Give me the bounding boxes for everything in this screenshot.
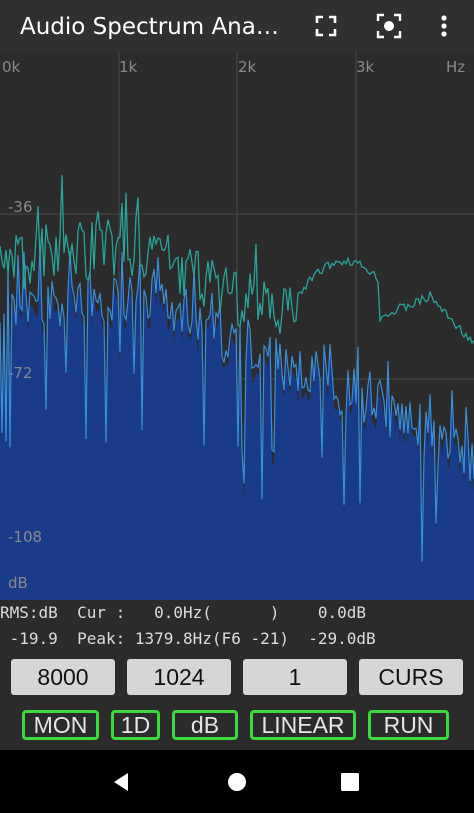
spectrum-plot[interactable]: 0k 1k 2k 3k Hz -36 -72 -108 dB [0,52,474,600]
average-button[interactable]: 1 [243,659,347,695]
more-vert-icon[interactable] [424,6,464,46]
view-1d-toggle[interactable]: 1D [111,710,160,740]
x-tick-1k: 1k [119,58,138,76]
x-tick-3k: 3k [356,58,375,76]
app-title: Audio Spectrum Ana… [20,14,279,40]
home-icon[interactable] [219,764,255,800]
db-toggle[interactable]: dB [172,710,238,740]
readout-line-2: -19.9 Peak: 1379.8Hz(F6 -21) -29.0dB [0,629,376,648]
y-tick-minus-36: -36 [8,198,33,216]
recents-icon[interactable] [332,764,368,800]
run-toggle[interactable]: RUN [368,710,449,740]
y-tick-minus-108: -108 [8,528,43,546]
back-icon[interactable] [104,764,140,800]
y-unit-label: dB [8,574,28,592]
measurement-readout: RMS:dB Cur : 0.0Hz( ) 0.0dB -19.9 Peak: … [0,600,474,656]
mode-toggles: MON 1D dB LINEAR RUN [0,702,474,750]
mon-toggle[interactable]: MON [22,710,99,740]
screenshot-icon[interactable] [369,6,409,46]
x-tick-2k: 2k [238,58,257,76]
app-bar: Audio Spectrum Ana… [0,0,474,52]
settings-buttons: 8000 1024 1 CURS [0,656,474,702]
fullscreen-icon[interactable] [306,6,346,46]
readout-line-1: RMS:dB Cur : 0.0Hz( ) 0.0dB [0,603,367,622]
y-tick-minus-72: -72 [8,364,33,382]
linear-toggle[interactable]: LINEAR [250,710,356,740]
spectrum-graph [0,52,474,600]
sample-rate-button[interactable]: 8000 [11,659,115,695]
x-unit-label: Hz [446,58,466,76]
fft-size-button[interactable]: 1024 [127,659,231,695]
app-root: Audio Spectrum Ana… 0k 1k 2k 3k Hz -36 -… [0,0,474,813]
cursor-button[interactable]: CURS [359,659,463,695]
x-tick-0k: 0k [2,58,21,76]
system-nav-bar [0,750,474,813]
